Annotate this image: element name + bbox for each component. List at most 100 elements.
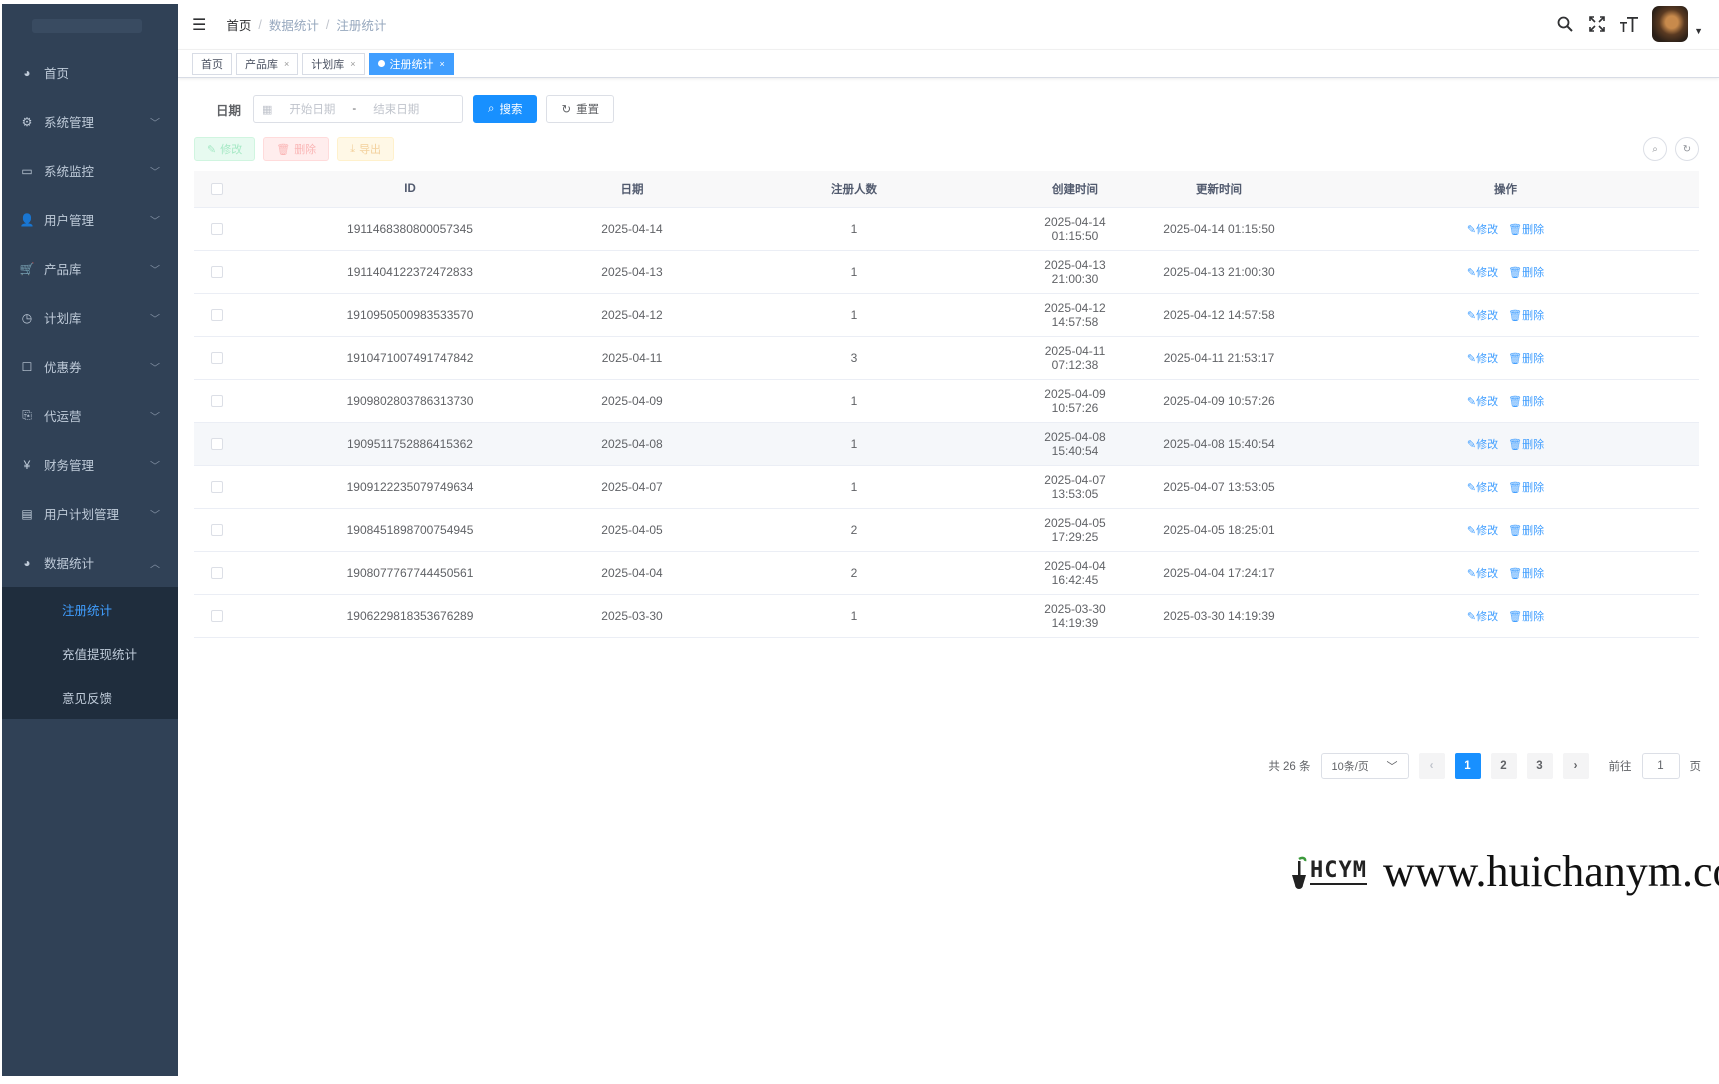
start-date-input[interactable]: 开始日期 (282, 101, 342, 117)
search-button[interactable]: ⌕ 搜索 (473, 95, 538, 123)
refresh-icon[interactable]: ↻ (1675, 137, 1699, 161)
sidebar-item-coupons[interactable]: ☐ 优惠券 ﹀ (2, 342, 178, 391)
row-checkbox[interactable] (211, 266, 223, 279)
page-button-2[interactable]: 2 (1490, 753, 1517, 779)
next-page-button[interactable]: › (1562, 753, 1589, 779)
row-edit-label: 修改 (1476, 438, 1499, 451)
sidebar-item-label: 系统监控 (44, 165, 95, 179)
page-button-1[interactable]: 1 (1454, 753, 1481, 779)
caret-down-icon[interactable]: ▼ (1694, 26, 1703, 36)
tag-home[interactable]: 首页 (192, 52, 232, 75)
tag-plans[interactable]: 计划库 × (302, 52, 365, 75)
row-checkbox[interactable] (211, 395, 223, 408)
prev-page-button[interactable]: ‹ (1418, 753, 1445, 779)
sidebar-item-products[interactable]: 🛒 产品库 ﹀ (2, 244, 178, 293)
row-edit-link[interactable]: ✎修改 (1467, 267, 1498, 279)
breadcrumb: 首页 / 数据统计 / 注册统计 (226, 15, 386, 34)
tag-register-stats[interactable]: 注册统计 × (368, 52, 454, 75)
row-checkbox[interactable] (211, 481, 223, 494)
row-edit-link[interactable]: ✎修改 (1467, 568, 1498, 580)
row-delete-link[interactable]: 🗑删除 (1508, 525, 1544, 537)
row-checkbox[interactable] (211, 610, 223, 623)
font-size-icon[interactable] (1620, 15, 1639, 33)
checkbox-cell (194, 465, 240, 509)
row-edit-link[interactable]: ✎修改 (1467, 310, 1498, 322)
sidebar-item-system[interactable]: ⚙ 系统管理 ﹀ (2, 97, 178, 146)
sidebar-item-operation[interactable]: ⎘ 代运营 ﹀ (2, 391, 178, 440)
close-icon[interactable]: × (350, 59, 355, 69)
toggle-search-icon[interactable]: ⌕ (1643, 137, 1667, 161)
row-delete-link[interactable]: 🗑删除 (1508, 396, 1544, 408)
trash-icon: 🗑 (1508, 610, 1523, 623)
cell-count: 1 (684, 465, 1024, 509)
submenu-item-register-stats[interactable]: 注册统计 (2, 587, 178, 631)
pagination-total: 共 26 条 (1268, 761, 1311, 773)
row-edit-link[interactable]: ✎修改 (1467, 396, 1498, 408)
sidebar-item-monitor[interactable]: ▭ 系统监控 ﹀ (2, 146, 178, 195)
sidebar-item-finance[interactable]: ¥ 财务管理 ﹀ (2, 440, 178, 489)
row-edit-link[interactable]: ✎修改 (1467, 611, 1498, 623)
page-size-select[interactable]: 10条/页 ﹀ (1320, 753, 1409, 779)
reset-button[interactable]: ↻ 重置 (546, 95, 615, 123)
sidebar-item-label: 产品库 (44, 263, 82, 277)
row-checkbox[interactable] (211, 438, 223, 451)
row-edit-link[interactable]: ✎修改 (1467, 482, 1498, 494)
row-checkbox[interactable] (211, 524, 223, 537)
row-delete-link[interactable]: 🗑删除 (1508, 611, 1544, 623)
cell-updated: 2025-04-14 01:15:50 (1126, 207, 1312, 251)
row-checkbox[interactable] (211, 309, 223, 322)
row-delete-link[interactable]: 🗑删除 (1508, 310, 1544, 322)
trash-icon: 🗑 (1508, 395, 1523, 408)
logo-placeholder (32, 19, 142, 33)
submenu-item-feedback[interactable]: 意见反馈 (2, 675, 178, 719)
close-icon[interactable]: × (284, 59, 289, 69)
submenu-item-recharge-stats[interactable]: 充值提现统计 (2, 631, 178, 675)
fullscreen-icon[interactable] (1588, 15, 1606, 33)
row-edit-link[interactable]: ✎修改 (1467, 439, 1498, 451)
row-delete-link[interactable]: 🗑删除 (1508, 482, 1544, 494)
end-date-input[interactable]: 结束日期 (366, 101, 426, 117)
date-range-picker[interactable]: ▦ 开始日期 - 结束日期 (253, 95, 464, 123)
sidebar-item-plans[interactable]: ◷ 计划库 ﹀ (2, 293, 178, 342)
search-icon[interactable] (1556, 15, 1574, 33)
row-delete-link[interactable]: 🗑删除 (1508, 224, 1544, 236)
tag-products[interactable]: 产品库 × (236, 52, 299, 75)
breadcrumb-item-home[interactable]: 首页 (226, 15, 251, 34)
sidebar-item-user-plans[interactable]: ▤ 用户计划管理 ﹀ (2, 489, 178, 538)
edit-icon: ✎ (1466, 266, 1477, 279)
cell-actions: ✎修改 🗑删除 (1312, 422, 1699, 466)
cell-created: 2025-04-11 07:12:38 (1024, 336, 1126, 380)
cell-updated: 2025-04-11 21:53:17 (1126, 336, 1312, 380)
row-delete-link[interactable]: 🗑删除 (1508, 568, 1544, 580)
row-delete-link[interactable]: 🗑删除 (1508, 439, 1544, 451)
user-avatar[interactable] (1652, 6, 1689, 42)
sidebar-item-users[interactable]: 👤 用户管理 ﹀ (2, 195, 178, 244)
sidebar-item-label: 数据统计 (44, 557, 95, 571)
table-row: 1910950500983533570 2025-04-12 1 2025-04-12… (194, 293, 1699, 337)
chevron-down-icon: ﹀ (150, 363, 160, 374)
delete-button-label: 删除 (294, 144, 317, 156)
hamburger-icon[interactable]: ☰ (192, 15, 206, 35)
row-edit-link[interactable]: ✎修改 (1467, 353, 1498, 365)
row-edit-link[interactable]: ✎修改 (1467, 224, 1498, 236)
goto-page-input[interactable]: 1 (1641, 753, 1680, 779)
trash-icon: 🗑 (1508, 567, 1523, 580)
close-icon[interactable]: × (440, 59, 445, 69)
chevron-down-icon: ﹀ (150, 412, 160, 423)
export-button[interactable]: ⤓ 导出 (337, 137, 395, 161)
row-checkbox[interactable] (211, 352, 223, 365)
row-delete-link[interactable]: 🗑删除 (1508, 353, 1544, 365)
right-toolbar: ⌕ ↻ (1643, 137, 1699, 161)
row-delete-link[interactable]: 🗑删除 (1508, 267, 1544, 279)
row-checkbox[interactable] (211, 567, 223, 580)
sidebar-item-statistics[interactable]: ◕ 数据统计 ︿ (2, 538, 178, 587)
delete-button[interactable]: 🗑 删除 (263, 137, 330, 161)
select-all-checkbox[interactable] (211, 182, 223, 195)
edit-button[interactable]: ✎ 修改 (194, 137, 256, 161)
row-checkbox[interactable] (211, 223, 223, 236)
row-edit-link[interactable]: ✎修改 (1467, 525, 1498, 537)
table-row: 1908077767744450561 2025-04-04 2 2025-04-04… (194, 551, 1699, 595)
watermark-url: www.huichanym.com (1382, 847, 1719, 896)
sidebar-item-home[interactable]: ◕ 首页 (2, 48, 178, 97)
page-button-3[interactable]: 3 (1526, 753, 1553, 779)
